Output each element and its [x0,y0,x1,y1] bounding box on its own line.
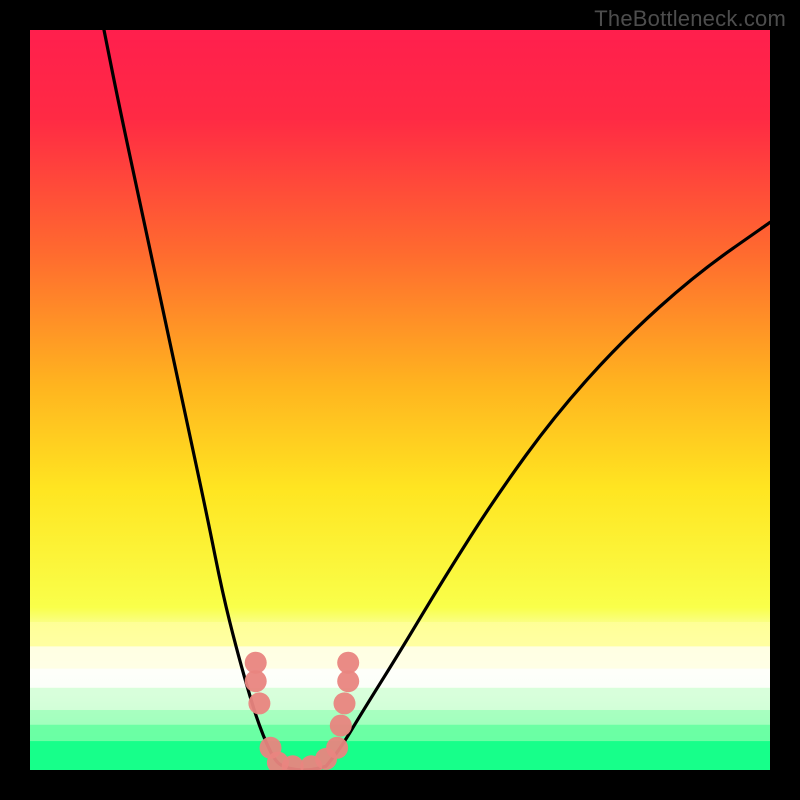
chart-svg [30,30,770,770]
plot-area [30,30,770,770]
band-2 [30,669,770,688]
band-5 [30,725,770,741]
band-0 [30,622,770,646]
band-3 [30,688,770,710]
watermark-text: TheBottleneck.com [594,6,786,32]
marker-dot-1 [245,652,267,674]
marker-dot-2 [248,692,270,714]
marker-dot-9 [330,715,352,737]
marker-dot-8 [326,737,348,759]
band-4 [30,710,770,725]
marker-dot-10 [334,692,356,714]
band-6 [30,741,770,770]
marker-dot-12 [337,652,359,674]
outer-frame: TheBottleneck.com [0,0,800,800]
